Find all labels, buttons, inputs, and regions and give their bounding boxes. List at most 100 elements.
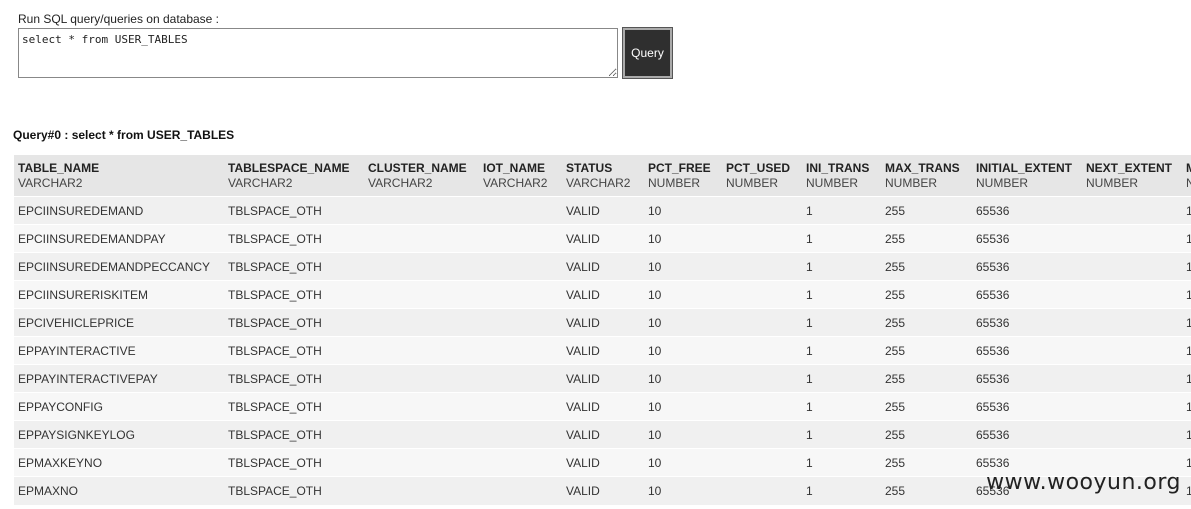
table-cell xyxy=(479,308,562,337)
table-cell: TBLSPACE_OTH xyxy=(224,392,364,421)
table-cell xyxy=(479,420,562,449)
table-cell xyxy=(722,448,802,477)
table-row: EPCIINSUREDEMANDPECCANCY TBLSPACE_OTH VALI… xyxy=(14,252,1191,281)
table-cell: 1 xyxy=(1182,336,1191,365)
table-row: EPPAYSIGNKEYLOG TBLSPACE_OTH VALID 10 1 255 65… xyxy=(14,420,1191,449)
column-name: STATUS xyxy=(566,161,613,175)
column-header: MAX_TRANS NUMBER xyxy=(881,155,972,197)
table-cell: 1 xyxy=(1182,196,1191,225)
table-cell: 65536 xyxy=(972,392,1082,421)
table-cell: 1 xyxy=(1182,364,1191,393)
table-cell: EPPAYCONFIG xyxy=(14,392,224,421)
table-cell: VALID xyxy=(562,196,644,225)
column-header: PCT_USED NUMBER xyxy=(722,155,802,197)
table-cell: 65536 xyxy=(972,224,1082,253)
column-header: CLUSTER_NAME VARCHAR2 xyxy=(364,155,479,197)
table-row: EPCIINSUREDEMAND TBLSPACE_OTH VALID 10 1 255 6… xyxy=(14,196,1191,225)
table-cell: 1 xyxy=(802,364,881,393)
column-name: PCT_FREE xyxy=(648,161,711,175)
column-type: NUMBER xyxy=(648,176,701,190)
table-cell: 10 xyxy=(644,336,722,365)
table-cell: VALID xyxy=(562,364,644,393)
table-cell xyxy=(479,224,562,253)
table-cell: 10 xyxy=(644,392,722,421)
table-cell xyxy=(364,308,479,337)
table-cell: EPCIINSUREDEMANDPAY xyxy=(14,224,224,253)
table-cell: TBLSPACE_OTH xyxy=(224,476,364,505)
column-header: PCT_FREE NUMBER xyxy=(644,155,722,197)
table-cell xyxy=(479,336,562,365)
table-cell: 1 xyxy=(1182,476,1191,505)
column-type: VARCHAR2 xyxy=(368,176,433,190)
table-cell xyxy=(722,224,802,253)
column-header: STATUS VARCHAR2 xyxy=(562,155,644,197)
table-cell xyxy=(364,392,479,421)
column-name: M xyxy=(1186,161,1191,175)
table-cell: EPCIVEHICLEPRICE xyxy=(14,308,224,337)
table-cell: EPMAXNO xyxy=(14,476,224,505)
table-cell: VALID xyxy=(562,336,644,365)
table-cell: 255 xyxy=(881,224,972,253)
table-cell: 255 xyxy=(881,252,972,281)
table-cell: 65536 xyxy=(972,364,1082,393)
table-cell: TBLSPACE_OTH xyxy=(224,448,364,477)
table-cell: EPPAYSIGNKEYLOG xyxy=(14,420,224,449)
table-row: EPPAYCONFIGTBLSPACE_OTHVALID101255655361 xyxy=(14,392,1191,421)
column-header: IOT_NAME VARCHAR2 xyxy=(479,155,562,197)
table-row: EPPAYINTERACTIVEPAY TBLSPACE_OTH VALID 10 1 2… xyxy=(14,364,1191,393)
table-cell: 1 xyxy=(1182,420,1191,449)
table-cell: TBLSPACE_OTH xyxy=(224,280,364,309)
table-cell: 10 xyxy=(644,308,722,337)
table-row: EPCIINSURERISKITEM TBLSPACE_OTH VALID 10 1 25… xyxy=(14,280,1191,309)
table-cell: 1 xyxy=(802,196,881,225)
column-name: INI_TRANS xyxy=(806,161,870,175)
table-cell: 65536 xyxy=(972,280,1082,309)
table-cell xyxy=(1082,364,1182,393)
sql-query-input[interactable]: select * from USER_TABLES xyxy=(18,28,618,78)
table-cell xyxy=(364,196,479,225)
column-name: PCT_USED xyxy=(726,161,791,175)
table-cell xyxy=(479,364,562,393)
table-cell: VALID xyxy=(562,448,644,477)
table-cell: EPPAYINTERACTIVE xyxy=(14,336,224,365)
table-cell xyxy=(722,308,802,337)
column-header: MN xyxy=(1182,155,1191,197)
table-cell xyxy=(1082,252,1182,281)
table-cell xyxy=(364,224,479,253)
table-cell xyxy=(722,364,802,393)
table-cell: 65536 xyxy=(972,308,1082,337)
table-cell: VALID xyxy=(562,224,644,253)
column-header: NEXT_EXTENT NUMBER xyxy=(1082,155,1182,197)
column-type: VARCHAR2 xyxy=(566,176,631,190)
table-cell: 1 xyxy=(802,448,881,477)
table-cell: 1 xyxy=(802,252,881,281)
table-row: EPPAYINTERACTIVE TBLSPACE_OTH VALID 10 1 255 6… xyxy=(14,336,1191,365)
column-type: NUMBER xyxy=(726,176,779,190)
table-cell: 1 xyxy=(1182,448,1191,477)
table-cell xyxy=(722,392,802,421)
table-cell xyxy=(479,476,562,505)
column-type: NUMBER xyxy=(976,176,1029,190)
table-cell: 65536 xyxy=(972,336,1082,365)
column-header: INI_TRANS NUMBER xyxy=(802,155,881,197)
column-name: TABLESPACE_NAME xyxy=(228,161,350,175)
table-cell xyxy=(479,392,562,421)
table-cell xyxy=(722,420,802,449)
column-name: TABLE_NAME xyxy=(18,161,100,175)
table-cell xyxy=(722,476,802,505)
column-type: VARCHAR2 xyxy=(228,176,293,190)
column-name: MAX_TRANS xyxy=(885,161,960,175)
table-cell: EPPAYINTERACTIVEPAY xyxy=(14,364,224,393)
column-header: INITIAL_EXTENT NUMBER xyxy=(972,155,1082,197)
table-cell: 255 xyxy=(881,448,972,477)
table-cell xyxy=(364,280,479,309)
table-cell: 255 xyxy=(881,280,972,309)
table-cell xyxy=(1082,196,1182,225)
table-cell: TBLSPACE_OTH xyxy=(224,196,364,225)
query-button[interactable]: Query xyxy=(622,27,673,79)
sql-query-page: Run SQL query/queries on database : sele… xyxy=(0,0,1191,509)
table-cell: 1 xyxy=(802,420,881,449)
column-header: TABLESPACE_NAME VARCHAR2 xyxy=(224,155,364,197)
table-cell: 255 xyxy=(881,392,972,421)
table-cell: 10 xyxy=(644,196,722,225)
